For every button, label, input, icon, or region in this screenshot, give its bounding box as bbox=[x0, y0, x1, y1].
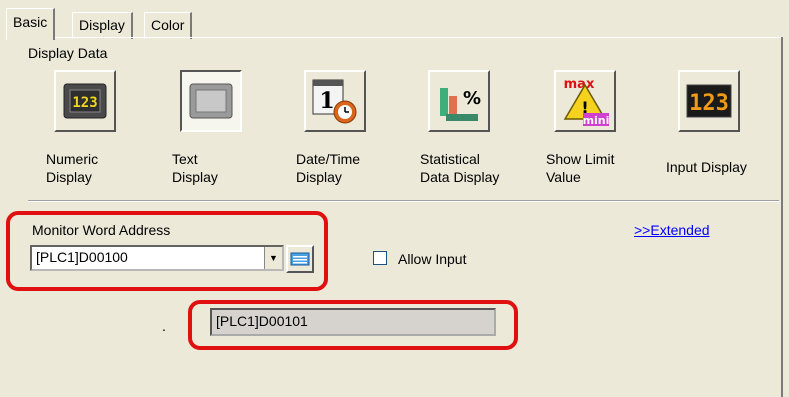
numeric-display-label: Numeric Display bbox=[46, 151, 99, 185]
display-data-label: Display Data bbox=[28, 45, 108, 61]
numeric-display-button[interactable]: 123 bbox=[54, 70, 116, 132]
limit-value-label: Show Limit Value bbox=[546, 151, 615, 185]
settings-panel: Basic Display Color Display Data 123 Num… bbox=[0, 0, 789, 397]
monitor-address-value: [PLC1]D00100 bbox=[36, 249, 128, 265]
input-display-label: Input Display bbox=[666, 159, 747, 175]
svg-text:mini: mini bbox=[583, 114, 610, 127]
svg-text:max: max bbox=[564, 77, 595, 92]
tab-display[interactable]: Display bbox=[72, 12, 133, 39]
display-type-row: 123 Numeric Display Text Display 1 Date/… bbox=[0, 70, 789, 195]
limit-value-option[interactable]: max ! mini Show Limit Value bbox=[546, 70, 636, 186]
secondary-prefix: . bbox=[162, 318, 166, 334]
allow-input-label: Allow Input bbox=[398, 251, 467, 267]
numeric-display-option[interactable]: 123 Numeric Display bbox=[46, 70, 136, 186]
datetime-display-label: Date/Time Display bbox=[296, 151, 361, 185]
secondary-address-field: [PLC1]D00101 bbox=[210, 308, 496, 336]
statistical-display-button[interactable]: % bbox=[428, 70, 490, 132]
datetime-display-button[interactable]: 1 bbox=[304, 70, 366, 132]
extended-link[interactable]: >>Extended bbox=[634, 222, 710, 238]
datetime-display-icon: 1 bbox=[312, 79, 357, 124]
input-display-icon: 123 bbox=[686, 84, 732, 118]
input-display-button[interactable]: 123 bbox=[678, 70, 740, 132]
keyboard-icon bbox=[290, 252, 310, 266]
dropdown-arrow-icon[interactable]: ▼ bbox=[264, 247, 282, 269]
text-display-label: Text Display bbox=[172, 151, 218, 185]
address-keypad-button[interactable] bbox=[286, 245, 314, 273]
limit-value-button[interactable]: max ! mini bbox=[554, 70, 616, 132]
monitor-address-combobox[interactable]: [PLC1]D00100 ▼ bbox=[30, 245, 284, 271]
statistical-display-label: Statistical Data Display bbox=[420, 151, 500, 185]
svg-text:%: % bbox=[463, 88, 481, 109]
statistical-display-option[interactable]: % Statistical Data Display bbox=[420, 70, 510, 186]
svg-text:123: 123 bbox=[72, 95, 97, 111]
statistical-display-icon: % bbox=[440, 88, 481, 121]
allow-input-checkbox[interactable] bbox=[373, 251, 387, 265]
text-display-icon bbox=[189, 83, 233, 119]
svg-text:1: 1 bbox=[319, 88, 334, 114]
section-divider bbox=[28, 200, 779, 202]
tab-color[interactable]: Color bbox=[144, 12, 193, 39]
tab-body-top-edge bbox=[6, 37, 783, 38]
datetime-display-option[interactable]: 1 Date/Time Display bbox=[296, 70, 386, 186]
monitor-word-address-label: Monitor Word Address bbox=[32, 222, 171, 238]
svg-text:123: 123 bbox=[689, 91, 729, 116]
tab-basic[interactable]: Basic bbox=[6, 8, 56, 40]
text-display-button[interactable] bbox=[180, 70, 242, 132]
numeric-display-icon: 123 bbox=[63, 83, 107, 119]
limit-value-icon: max ! mini bbox=[564, 77, 610, 127]
text-display-option[interactable]: Text Display bbox=[172, 70, 262, 186]
input-display-option[interactable]: 123 Input Display bbox=[666, 70, 760, 176]
